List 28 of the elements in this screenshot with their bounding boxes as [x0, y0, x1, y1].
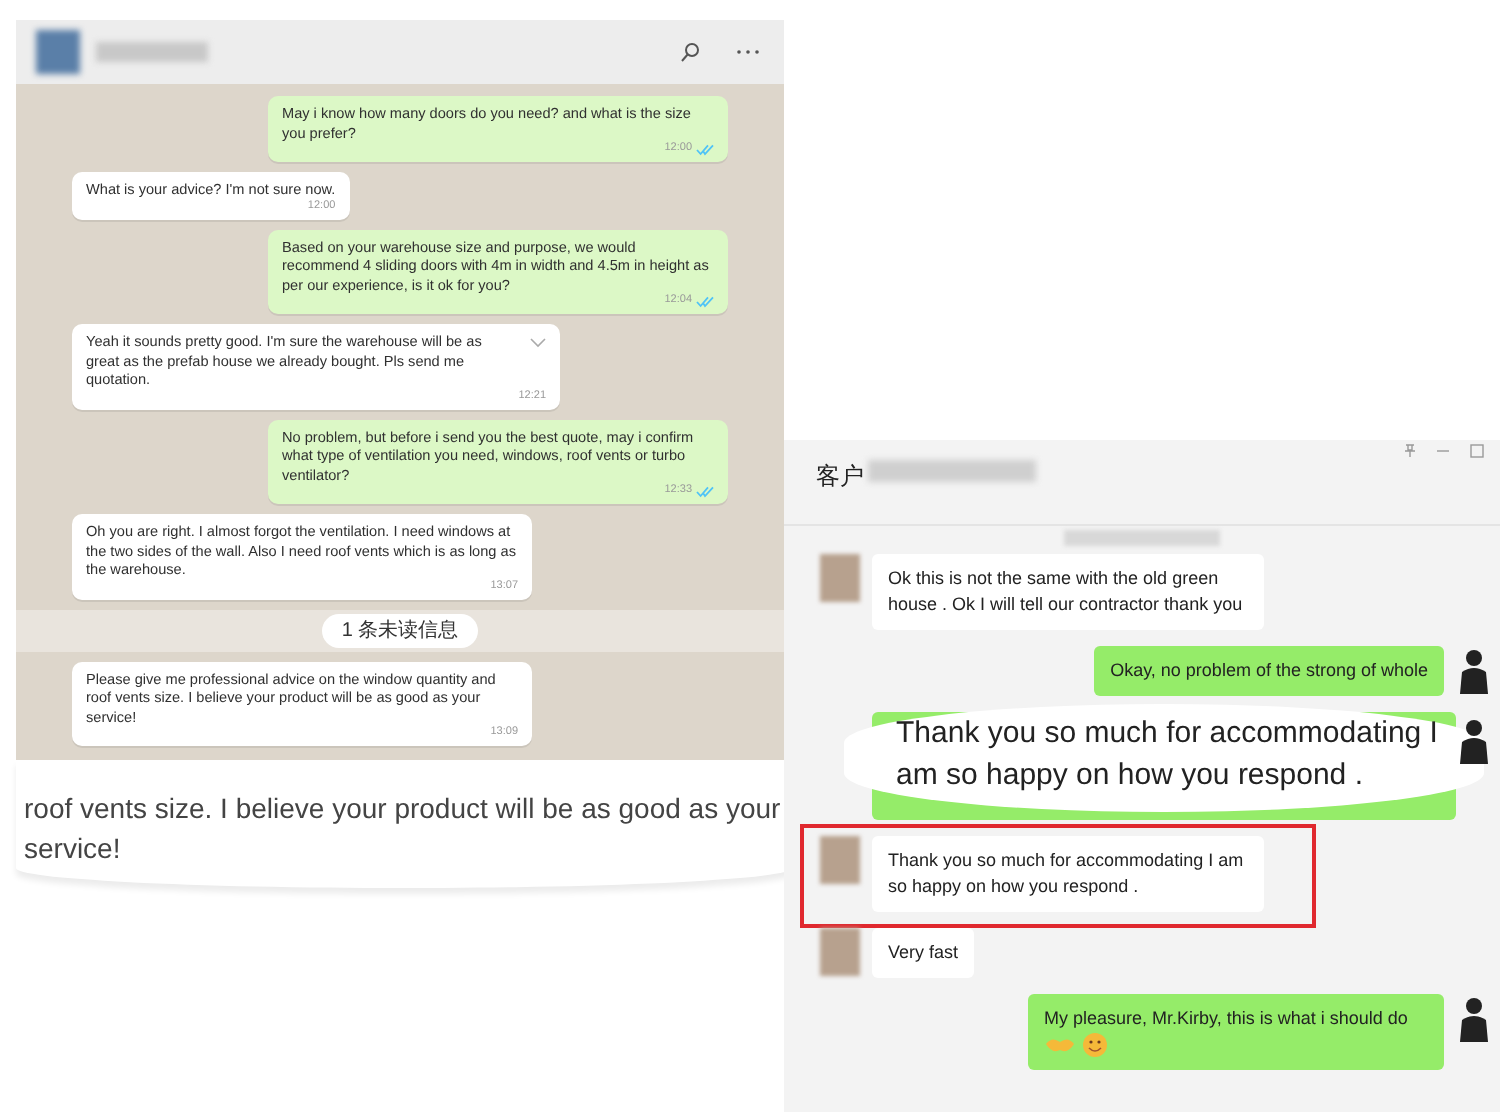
message-bubble: Okay, no problem of the strong of whole: [1094, 646, 1444, 696]
double-check-icon: [696, 295, 714, 307]
avatar: [820, 554, 860, 602]
avatar: [36, 30, 80, 74]
callout-text: roof vents size. I believe your product will be as good as your: [24, 790, 783, 828]
search-icon[interactable]: [680, 42, 700, 62]
more-icon[interactable]: [736, 48, 760, 56]
person-avatar-icon: [1456, 646, 1492, 694]
message-bubble: Thank you so much for accommodating I am so happy on how you respond .: [872, 836, 1264, 912]
magnified-callout: Thank you so much for accommodating I am so happy on how you respond .: [844, 704, 1484, 812]
callout-text: service!: [24, 830, 123, 868]
double-check-icon: [696, 485, 714, 497]
message-bubble: Ok this is not the same with the old green house . Ok I will tell our contractor thank you: [872, 554, 1264, 630]
blurred-name: [96, 42, 208, 62]
message-bubble: My pleasure, Mr.Kirby, this is what i should do: [1028, 994, 1444, 1071]
person-avatar-icon: [1456, 994, 1492, 1042]
avatar: [820, 928, 860, 976]
minimize-icon[interactable]: [1436, 444, 1450, 458]
pin-icon[interactable]: [1404, 444, 1416, 458]
chat-title: 客户: [816, 460, 864, 494]
maximize-icon[interactable]: [1470, 444, 1484, 458]
person-avatar-icon: [1456, 716, 1492, 764]
chevron-down-icon[interactable]: [530, 338, 546, 348]
smiling-face-emoji-icon: [1082, 1032, 1108, 1059]
double-check-icon: [696, 143, 714, 155]
avatar: [820, 836, 860, 884]
unread-label: 1 条未读信息: [321, 613, 479, 647]
message-bubble: Very fast: [872, 928, 975, 978]
